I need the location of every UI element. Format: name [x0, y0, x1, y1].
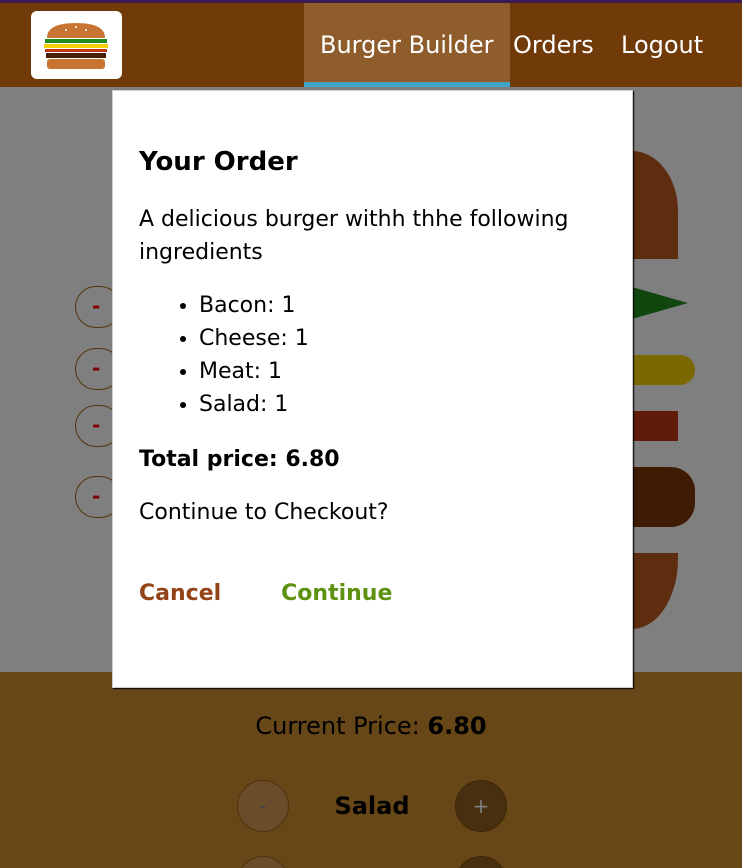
- ingredient-list: Bacon: 1 Cheese: 1 Meat: 1 Salad: 1: [139, 289, 606, 421]
- order-summary-modal: Your Order A delicious burger withh thhe…: [112, 90, 633, 688]
- ingredient-cheese: Cheese: 1: [199, 322, 606, 355]
- nav-burger-builder[interactable]: Burger Builder: [304, 3, 510, 87]
- logo[interactable]: [31, 11, 122, 79]
- ingredient-salad: Salad: 1: [199, 388, 606, 421]
- checkout-question: Continue to Checkout?: [139, 500, 389, 525]
- toolbar: Burger Builder Orders Logout: [0, 0, 742, 87]
- ingredient-bacon: Bacon: 1: [199, 289, 606, 322]
- burger-logo-icon: [44, 23, 108, 69]
- nav-logout[interactable]: Logout: [605, 3, 719, 87]
- modal-intro: A delicious burger withh thhe following …: [139, 207, 569, 265]
- modal-title: Your Order: [139, 147, 298, 177]
- nav-orders[interactable]: Orders: [497, 3, 610, 87]
- total-price: Total price: 6.80: [139, 447, 340, 472]
- cancel-button[interactable]: Cancel: [139, 581, 221, 606]
- modal-actions: Cancel Continue: [139, 581, 606, 606]
- ingredient-meat: Meat: 1: [199, 355, 606, 388]
- continue-button[interactable]: Continue: [281, 581, 392, 606]
